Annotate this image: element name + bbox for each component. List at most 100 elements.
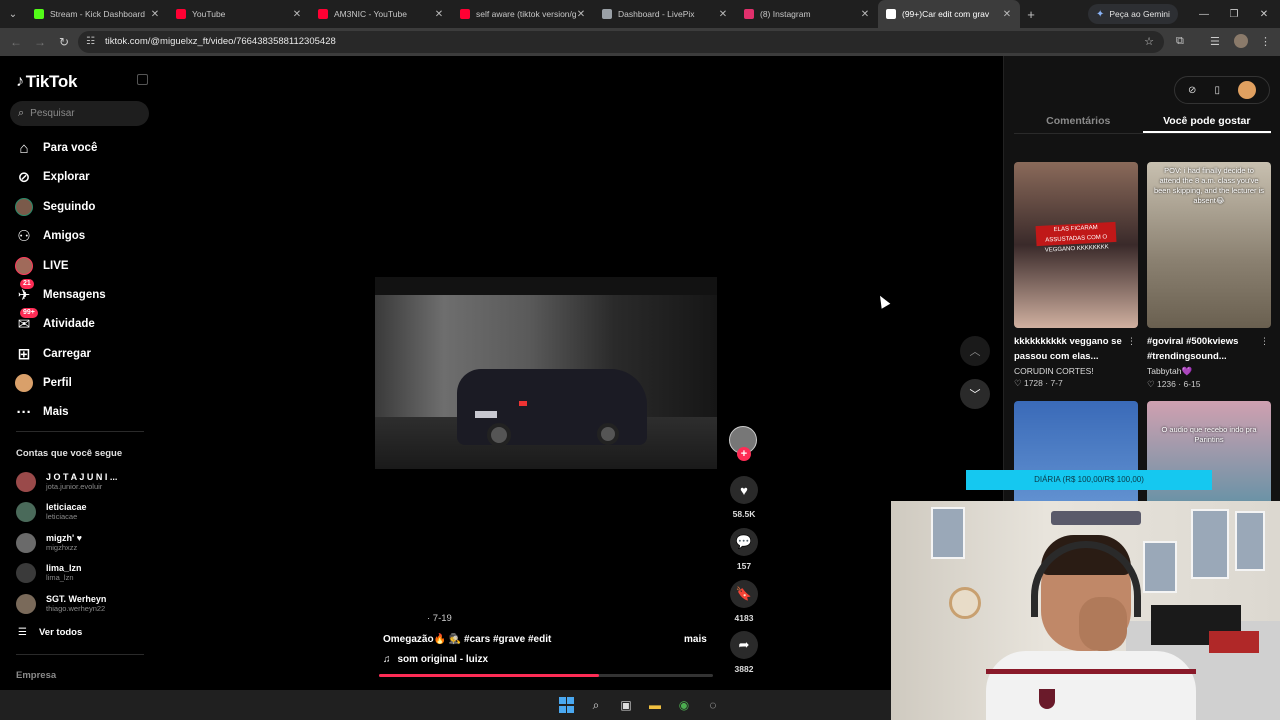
site-info-icon[interactable]: ☷ [86, 36, 95, 47]
video-sound[interactable]: ♫ som original - luizx [383, 654, 488, 665]
following-account[interactable]: SGT. Werheyn thiago.werheyn22 [16, 591, 156, 617]
account-handle: leticiacae [46, 512, 78, 521]
sidebar-item-live-avatar[interactable]: LIVE [14, 254, 154, 278]
car-taillight [519, 401, 527, 406]
share-button[interactable]: ➦ 3882 [728, 631, 760, 674]
account-name: SGT. Werheyn [46, 594, 107, 604]
search-box[interactable]: ⌕ [10, 101, 149, 126]
tab-close-icon[interactable]: ✕ [1002, 9, 1012, 20]
sidebar-item-home[interactable]: ⌂ Para você [14, 136, 154, 160]
sidebar-item-profile-avatar[interactable]: Perfil [14, 371, 154, 395]
forward-icon[interactable]: → [28, 28, 52, 56]
browser-tab[interactable]: self aware (tiktok version/g ✕ [452, 0, 594, 28]
browser-tab[interactable]: Dashboard - LivePix ✕ [594, 0, 736, 28]
panel-tab[interactable]: Você pode gostar [1142, 110, 1271, 133]
search-icon[interactable]: ⌕ [588, 697, 604, 713]
card-stats: ♡ 1236 · 6-15 [1147, 379, 1201, 389]
chrome-menu-icon[interactable]: ⋮ [1260, 35, 1271, 48]
gemini-icon: ✦ [1096, 8, 1105, 20]
tab-close-icon[interactable]: ✕ [150, 9, 160, 20]
url-bar[interactable]: ☷ tiktok.com/@miguelxz_ft/video/76643835… [78, 31, 1164, 53]
profile-avatar[interactable] [1237, 81, 1256, 99]
app-icon[interactable]: ◌ [705, 697, 721, 713]
webcam-shirt-crest [1039, 689, 1055, 709]
tab-favicon-icon [744, 9, 754, 19]
phone-icon[interactable]: ▯ [1214, 85, 1220, 96]
file-explorer-icon[interactable]: ▬ [647, 697, 663, 713]
share-icon: ➦ [730, 631, 758, 659]
maximize-button[interactable]: ❐ [1218, 0, 1250, 28]
media-controls-icon[interactable]: ☰ [1210, 35, 1220, 48]
tab-search-icon[interactable]: ⌄ [0, 0, 26, 28]
video-progress-fill [379, 674, 600, 677]
bookmark-star-icon[interactable]: ☆ [1144, 35, 1154, 48]
gemini-button[interactable]: ✦ Peça ao Gemini [1088, 4, 1178, 24]
sidebar-item-upload[interactable]: ⊞ Carregar [14, 342, 154, 366]
more-options-icon[interactable]: ⋮ [1127, 336, 1136, 347]
card-title[interactable]: #goviral #500kviews #trendingsound... [1147, 334, 1259, 364]
sidebar-item-activity[interactable]: ✉ 99+ Atividade [14, 308, 154, 336]
next-video-button[interactable]: ﹀ [960, 379, 990, 409]
card-author[interactable]: Tabbytah💜 [1147, 366, 1271, 377]
tab-close-icon[interactable]: ✕ [860, 9, 870, 20]
card-author[interactable]: CORUDIN CORTES! [1014, 366, 1138, 376]
video-thumbnail[interactable]: ELAS FICARAM ASSUSTADAS COM O VEGGANO KK… [1014, 162, 1138, 328]
following-account[interactable]: lima_lzn lima_lzn [16, 560, 156, 586]
back-icon[interactable]: ← [4, 28, 28, 56]
url-text[interactable]: tiktok.com/@miguelxz_ft/video/7664383588… [105, 36, 336, 47]
previous-video-button[interactable]: ︿ [960, 336, 990, 366]
tab-title: Dashboard - LivePix [618, 9, 695, 19]
browser-tab[interactable]: (99+)Car edit com grav ✕ [878, 0, 1020, 28]
video-progress-bar[interactable] [379, 674, 713, 677]
sidebar-item-label: Atividade [43, 318, 95, 330]
tiktok-note-icon: ♪ [16, 73, 24, 90]
following-account[interactable]: migzh' ♥ migzhxzz [16, 530, 156, 556]
card-title[interactable]: kkkkkkkkkk veggano se passou com elas... [1014, 334, 1126, 364]
new-tab-button[interactable]: + [1020, 7, 1042, 22]
tab-favicon-icon [886, 9, 896, 19]
browser-tab[interactable]: Stream - Kick Dashboard ✕ [26, 0, 168, 28]
panel-tab[interactable]: Comentários [1014, 110, 1143, 133]
following-avatar-icon [14, 197, 34, 217]
save-button[interactable]: 🔖 4183 [728, 580, 760, 623]
compass-icon[interactable]: ⊘ [1188, 85, 1196, 96]
tab-close-icon[interactable]: ✕ [292, 9, 302, 20]
video-caption[interactable]: Omegazão🔥 🕵️ #cars #grave #edit [383, 634, 551, 645]
tab-close-icon[interactable]: ✕ [718, 9, 728, 20]
sidebar-item-following-avatar[interactable]: Seguindo [14, 195, 154, 219]
chrome-profile-avatar[interactable] [1234, 34, 1248, 48]
collapse-sidebar-icon[interactable] [137, 74, 148, 85]
follow-plus-button[interactable]: + [737, 447, 751, 461]
see-all-following-button[interactable]: ☰ Ver todos [18, 627, 82, 638]
following-account[interactable]: J O T A J U N I ... jota.junior.evoluir [16, 469, 156, 495]
comment-button[interactable]: 💬 157 [728, 528, 760, 571]
video-player[interactable] [375, 277, 717, 469]
tab-title: self aware (tiktok version/g [476, 9, 576, 19]
tab-close-icon[interactable]: ✕ [434, 9, 444, 20]
following-account[interactable]: leticiacae leticiacae [16, 499, 156, 525]
tiktok-logo[interactable]: ♪ TikTok [16, 72, 77, 92]
task-view-icon[interactable]: ▣ [618, 697, 634, 713]
extensions-icon[interactable]: ⧉ [1176, 35, 1184, 48]
video-thumbnail[interactable]: POV: i had finally decide to attend the … [1147, 162, 1271, 328]
browser-tab[interactable]: (8) Instagram ✕ [736, 0, 878, 28]
sidebar-item-messages[interactable]: ✈ 21 Mensagens [14, 279, 154, 307]
sidebar-item-more[interactable]: ··· Mais [14, 400, 154, 424]
search-input[interactable] [30, 108, 131, 119]
browser-tab[interactable]: YouTube ✕ [168, 0, 310, 28]
reload-icon[interactable]: ↻ [52, 28, 76, 56]
sidebar-item-friends[interactable]: ⚇ Amigos [14, 224, 154, 248]
like-button[interactable]: ♥ 58.5K [728, 476, 760, 519]
more-options-icon[interactable]: ⋮ [1260, 336, 1269, 347]
sidebar-item-compass[interactable]: ⊘ Explorar [14, 165, 154, 189]
footer-link-empresa[interactable]: Empresa [16, 670, 56, 681]
minimize-button[interactable]: — [1188, 0, 1220, 28]
windows-start-icon[interactable] [558, 697, 574, 713]
caption-more-button[interactable]: mais [684, 634, 707, 645]
recommended-video-card[interactable]: POV: i had finally decide to attend the … [1147, 162, 1271, 390]
chrome-icon[interactable]: ◉ [676, 697, 692, 713]
recommended-video-card[interactable]: ELAS FICARAM ASSUSTADAS COM O VEGGANO KK… [1014, 162, 1138, 389]
tab-close-icon[interactable]: ✕ [576, 9, 586, 20]
browser-tab[interactable]: AM3NIC - YouTube ✕ [310, 0, 452, 28]
close-window-button[interactable]: ✕ [1248, 0, 1280, 28]
